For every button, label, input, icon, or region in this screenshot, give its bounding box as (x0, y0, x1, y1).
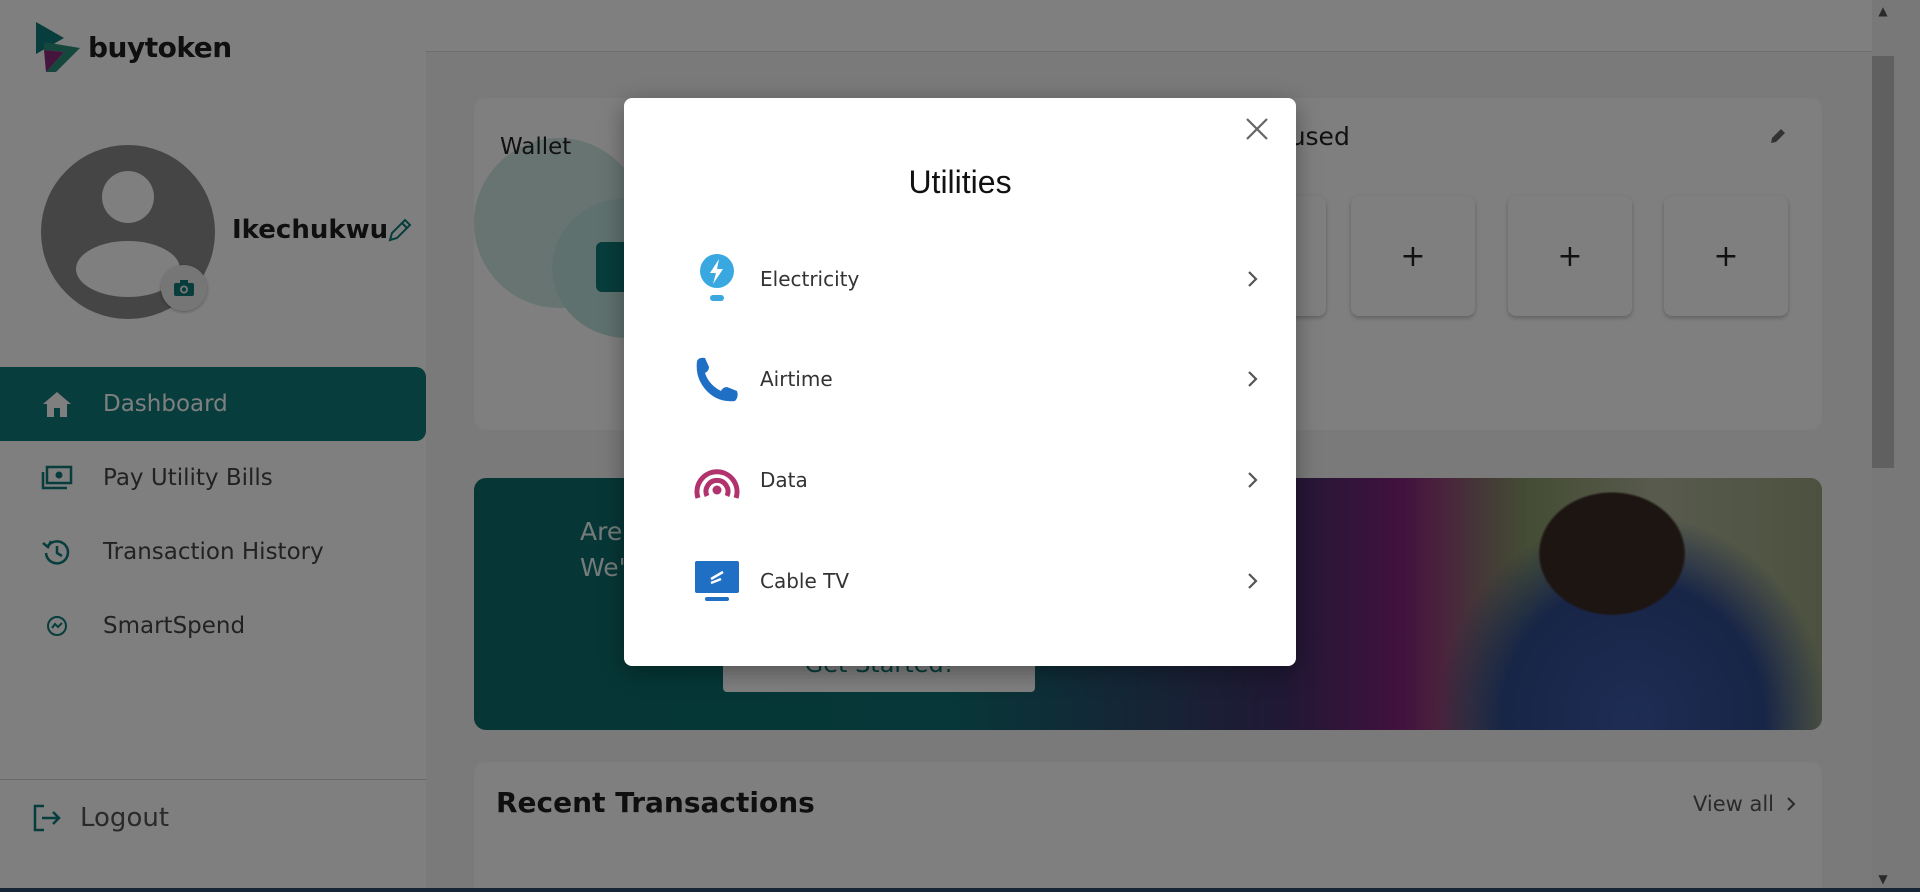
lightbulb-icon (692, 252, 742, 306)
utility-label: Cable TV (760, 569, 850, 593)
utility-item-electricity[interactable]: Electricity (692, 246, 1262, 312)
phone-icon (692, 352, 742, 406)
chevron-right-icon (1248, 371, 1258, 387)
utility-label: Data (760, 468, 808, 492)
tv-icon (692, 554, 742, 608)
utility-item-data[interactable]: Data (692, 447, 1262, 513)
utility-item-airtime[interactable]: Airtime (692, 346, 1262, 412)
signal-icon (692, 453, 742, 507)
close-icon[interactable] (1242, 114, 1272, 144)
utility-item-cable-tv[interactable]: Cable TV (692, 548, 1262, 614)
chevron-right-icon (1248, 271, 1258, 287)
modal-title: Utilities (908, 164, 1012, 200)
chevron-right-icon (1248, 472, 1258, 488)
utilities-modal: Utilities Electricity Airtime Data Cable… (624, 98, 1296, 666)
utility-label: Electricity (760, 267, 860, 291)
chevron-right-icon (1248, 573, 1258, 589)
utility-label: Airtime (760, 367, 833, 391)
